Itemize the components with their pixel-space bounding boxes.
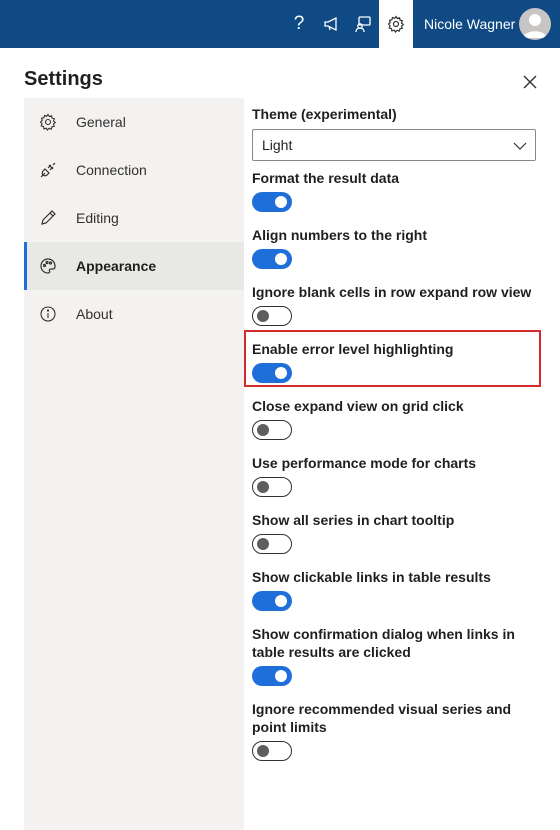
pencil-icon bbox=[38, 208, 58, 228]
setting-clickable-links: Show clickable links in table results bbox=[252, 568, 542, 611]
setting-label: Close expand view on grid click bbox=[252, 398, 464, 414]
toggle-knob bbox=[257, 745, 269, 757]
setting-label: Format the result data bbox=[252, 170, 400, 186]
megaphone-icon[interactable] bbox=[316, 0, 348, 48]
clickable-links-toggle[interactable] bbox=[252, 591, 292, 611]
setting-label: Align numbers to the right bbox=[252, 227, 427, 243]
gear-icon bbox=[38, 112, 58, 132]
nav-item-label: Connection bbox=[76, 162, 147, 178]
toggle-knob bbox=[257, 481, 269, 493]
ignore-limits-toggle[interactable] bbox=[252, 741, 292, 761]
setting-label: Ignore blank cells in row expand row vie… bbox=[252, 284, 532, 300]
format-result-toggle[interactable] bbox=[252, 192, 292, 212]
help-glyph: ? bbox=[293, 13, 305, 34]
appearance-settings: Theme (experimental) Light Format the re… bbox=[252, 98, 542, 761]
gear-icon[interactable] bbox=[379, 0, 413, 48]
close-expand-toggle[interactable] bbox=[252, 420, 292, 440]
chevron-down-icon bbox=[513, 137, 527, 153]
setting-ignore-blank: Ignore blank cells in row expand row vie… bbox=[252, 283, 542, 326]
highlight-box bbox=[244, 330, 541, 387]
nav-item-connection[interactable]: Connection bbox=[24, 146, 244, 194]
page-title: Settings bbox=[24, 68, 103, 90]
nav-item-label: About bbox=[76, 306, 113, 322]
setting-label: Ignore recommended visual series and poi… bbox=[252, 701, 512, 735]
top-bar: ? Nicole Wagner bbox=[0, 0, 560, 48]
setting-label: Show confirmation dialog when links in t… bbox=[252, 626, 515, 660]
setting-label: Show all series in chart tooltip bbox=[252, 512, 455, 528]
series-tooltip-toggle[interactable] bbox=[252, 534, 292, 554]
nav-item-label: General bbox=[76, 114, 126, 130]
nav-item-appearance[interactable]: Appearance bbox=[24, 242, 244, 290]
setting-label: Show clickable links in table results bbox=[252, 569, 491, 585]
settings-sidenav: General Connection Editing Appearance Ab… bbox=[24, 98, 244, 830]
user-name[interactable]: Nicole Wagner bbox=[424, 0, 515, 48]
toggle-knob bbox=[257, 424, 269, 436]
close-icon[interactable] bbox=[518, 70, 542, 94]
feedback-icon[interactable] bbox=[347, 0, 379, 48]
setting-ignore-limits: Ignore recommended visual series and poi… bbox=[252, 700, 542, 761]
info-icon bbox=[38, 304, 58, 324]
theme-setting: Theme (experimental) Light bbox=[252, 105, 542, 161]
toggle-knob bbox=[275, 253, 287, 265]
avatar-icon[interactable] bbox=[519, 8, 551, 40]
nav-item-about[interactable]: About bbox=[24, 290, 244, 338]
theme-label: Theme (experimental) bbox=[252, 106, 397, 122]
align-numbers-toggle[interactable] bbox=[252, 249, 292, 269]
nav-item-general[interactable]: General bbox=[24, 98, 244, 146]
setting-label: Use performance mode for charts bbox=[252, 455, 477, 471]
setting-align-numbers: Align numbers to the right bbox=[252, 226, 542, 269]
toggle-knob bbox=[257, 310, 269, 322]
question-mark-icon[interactable]: ? bbox=[283, 0, 315, 48]
theme-dropdown[interactable]: Light bbox=[252, 129, 536, 161]
toggle-knob bbox=[275, 670, 287, 682]
setting-close-expand: Close expand view on grid click bbox=[252, 397, 542, 440]
performance-mode-toggle[interactable] bbox=[252, 477, 292, 497]
theme-value: Light bbox=[262, 137, 293, 153]
setting-performance-mode: Use performance mode for charts bbox=[252, 454, 542, 497]
nav-item-editing[interactable]: Editing bbox=[24, 194, 244, 242]
setting-confirm-dialog: Show confirmation dialog when links in t… bbox=[252, 625, 522, 686]
nav-item-label: Appearance bbox=[76, 258, 157, 274]
confirm-dialog-toggle[interactable] bbox=[252, 666, 292, 686]
toggle-knob bbox=[275, 595, 287, 607]
toggle-knob bbox=[275, 196, 287, 208]
nav-item-label: Editing bbox=[76, 210, 119, 226]
plug-icon bbox=[38, 160, 58, 180]
ignore-blank-toggle[interactable] bbox=[252, 306, 292, 326]
setting-format-result: Format the result data bbox=[252, 169, 542, 212]
setting-series-tooltip: Show all series in chart tooltip bbox=[252, 511, 542, 554]
palette-icon bbox=[38, 256, 58, 276]
toggle-knob bbox=[257, 538, 269, 550]
